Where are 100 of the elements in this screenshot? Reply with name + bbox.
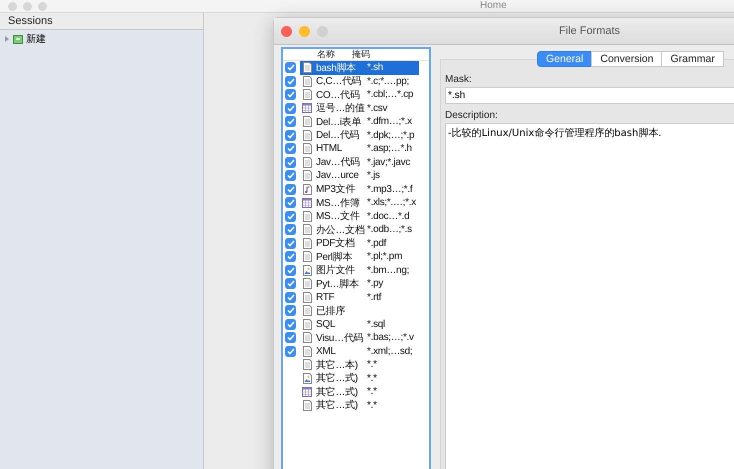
checkbox[interactable] bbox=[285, 238, 296, 249]
disclosure-triangle-icon[interactable] bbox=[4, 36, 10, 42]
document-icon bbox=[302, 210, 312, 222]
column-header[interactable]: 掩码 bbox=[350, 49, 400, 60]
document-icon bbox=[302, 305, 312, 316]
checkbox[interactable] bbox=[285, 143, 296, 154]
format-name: bash脚本 bbox=[315, 62, 357, 75]
list-row[interactable]: XML *.xml;…sd; bbox=[300, 344, 419, 358]
checkbox[interactable] bbox=[285, 305, 296, 316]
list-row[interactable]: 已排序 bbox=[300, 304, 419, 318]
format-name: Visu…代码 bbox=[315, 332, 364, 345]
table-icon bbox=[302, 386, 312, 397]
format-mask: *.bm…ng; bbox=[367, 264, 410, 276]
list-row[interactable]: 图片文件 *.bm…ng; bbox=[300, 264, 419, 277]
session-label[interactable]: 新建 bbox=[26, 32, 46, 46]
document-icon bbox=[302, 62, 312, 74]
format-mask: *.sh bbox=[367, 62, 384, 74]
format-mask: *.dpk;…;*.p bbox=[367, 130, 414, 141]
format-name: MS…作簿 bbox=[315, 196, 361, 210]
document-icon bbox=[302, 292, 312, 303]
checkbox[interactable] bbox=[285, 197, 296, 208]
format-name: MS…文件 bbox=[315, 210, 361, 224]
list-row[interactable]: PDF文档 *.pdf bbox=[300, 236, 419, 250]
format-mask: *.odb…;*.s bbox=[367, 224, 412, 236]
mask-field[interactable]: *.sh bbox=[445, 87, 734, 104]
format-mask: *.rtf bbox=[367, 292, 382, 303]
description-label: Description: bbox=[445, 110, 499, 121]
document-icon bbox=[302, 318, 312, 330]
checkbox[interactable] bbox=[285, 264, 296, 276]
document-icon bbox=[302, 89, 312, 100]
tab[interactable]: Grammar bbox=[661, 51, 724, 67]
checkbox[interactable] bbox=[285, 89, 296, 100]
list-row[interactable]: MS…作簿 *.xls;*.…;*.x bbox=[300, 196, 419, 210]
format-name: Jav…代码 bbox=[315, 156, 361, 170]
checkbox[interactable] bbox=[285, 130, 296, 141]
checkbox[interactable] bbox=[285, 62, 296, 74]
format-mask: *.mp3…;*.f bbox=[367, 184, 412, 195]
format-name: 图片文件 bbox=[315, 264, 356, 278]
list-row[interactable]: Visu…代码 *.bas;…;*.v bbox=[300, 331, 419, 344]
checkbox[interactable] bbox=[285, 184, 296, 195]
list-row[interactable]: MS…文件 *.doc…*.d bbox=[300, 210, 419, 223]
checkbox[interactable] bbox=[285, 251, 296, 262]
format-name: Pyt…脚本 bbox=[315, 278, 360, 291]
checkbox[interactable] bbox=[285, 332, 296, 344]
column-header[interactable]: 名称 bbox=[300, 49, 350, 60]
format-name: Del…代码 bbox=[315, 129, 360, 142]
checkbox[interactable] bbox=[285, 76, 296, 87]
format-name: Jav…urce bbox=[315, 170, 360, 182]
format-mask: *.dfm…;*.x bbox=[367, 116, 412, 128]
checkbox[interactable] bbox=[285, 102, 296, 114]
list-row[interactable]: Jav…代码 *.jav;*.javc bbox=[300, 156, 419, 169]
checkbox[interactable] bbox=[285, 210, 296, 222]
checkbox[interactable] bbox=[285, 116, 296, 128]
list-row[interactable]: RTF *.rtf bbox=[300, 290, 419, 304]
list-row[interactable]: 逗号…的值 *.csv bbox=[300, 102, 419, 115]
format-mask: *.* bbox=[367, 372, 377, 384]
list-row[interactable]: CO…代码 *.cbl;…*.cp bbox=[300, 88, 419, 102]
list-row[interactable]: Perl脚本 *.pl;*.pm bbox=[300, 250, 419, 264]
format-mask: *.bas;…;*.v bbox=[367, 332, 414, 344]
list-row[interactable]: HTML *.asp;…*.h bbox=[300, 142, 419, 156]
folder-icon bbox=[13, 34, 23, 44]
format-mask: *.* bbox=[367, 386, 377, 398]
document-icon bbox=[302, 278, 312, 290]
list-row[interactable]: C,C…代码 *.c;*.…pp; bbox=[300, 74, 419, 88]
list-row[interactable]: Del…i表单 *.dfm…;*.x bbox=[300, 115, 419, 128]
format-mask: *.pdf bbox=[367, 238, 386, 249]
format-name: PDF文档 bbox=[315, 236, 356, 250]
checkbox[interactable] bbox=[285, 170, 296, 182]
list-row[interactable]: MP3文件 *.mp3…;*.f bbox=[300, 182, 419, 196]
format-name: 逗号…的值 bbox=[315, 102, 366, 116]
list-row[interactable]: SQL *.sql bbox=[300, 318, 419, 331]
format-mask: *.xls;*.…;*.x bbox=[367, 197, 416, 208]
format-mask: *.pl;*.pm bbox=[367, 251, 402, 262]
format-name: 其它…本) bbox=[315, 358, 359, 372]
list-row[interactable]: Jav…urce *.js bbox=[300, 169, 419, 182]
list-row[interactable]: Pyt…脚本 *.py bbox=[300, 277, 419, 290]
list-row[interactable]: Del…代码 *.dpk;…;*.p bbox=[300, 128, 419, 142]
format-mask: *.c;*.…pp; bbox=[367, 76, 410, 87]
checkbox[interactable] bbox=[285, 346, 296, 357]
close-button[interactable] bbox=[281, 26, 292, 36]
format-name: 其它…式) bbox=[315, 372, 359, 386]
list-row[interactable]: 办公…文档 *.odb…;*.s bbox=[300, 223, 419, 236]
list-row[interactable]: bash脚本 *.sh bbox=[300, 61, 419, 74]
tab[interactable]: Conversion bbox=[591, 51, 662, 67]
image-file-icon bbox=[302, 264, 312, 276]
format-mask: *.asp;…*.h bbox=[367, 143, 412, 154]
checkbox[interactable] bbox=[285, 156, 296, 168]
document-icon bbox=[302, 224, 312, 236]
format-mask: *.cbl;…*.cp bbox=[367, 89, 414, 100]
format-name: C,C…代码 bbox=[315, 75, 362, 88]
document-icon bbox=[302, 346, 312, 357]
document-icon bbox=[302, 400, 312, 411]
checkbox[interactable] bbox=[285, 224, 296, 236]
checkbox[interactable] bbox=[285, 278, 296, 290]
format-mask: *.jav;*.javc bbox=[367, 156, 410, 168]
checkbox[interactable] bbox=[285, 318, 296, 330]
checkbox[interactable] bbox=[285, 292, 296, 303]
description-field[interactable]: -比较的Linux/Unix命令行管理程序的bash脚本. bbox=[445, 123, 734, 469]
description-text: -比较的Linux/Unix命令行管理程序的bash脚本. bbox=[448, 128, 662, 139]
format-mask: *.sql bbox=[367, 318, 385, 330]
